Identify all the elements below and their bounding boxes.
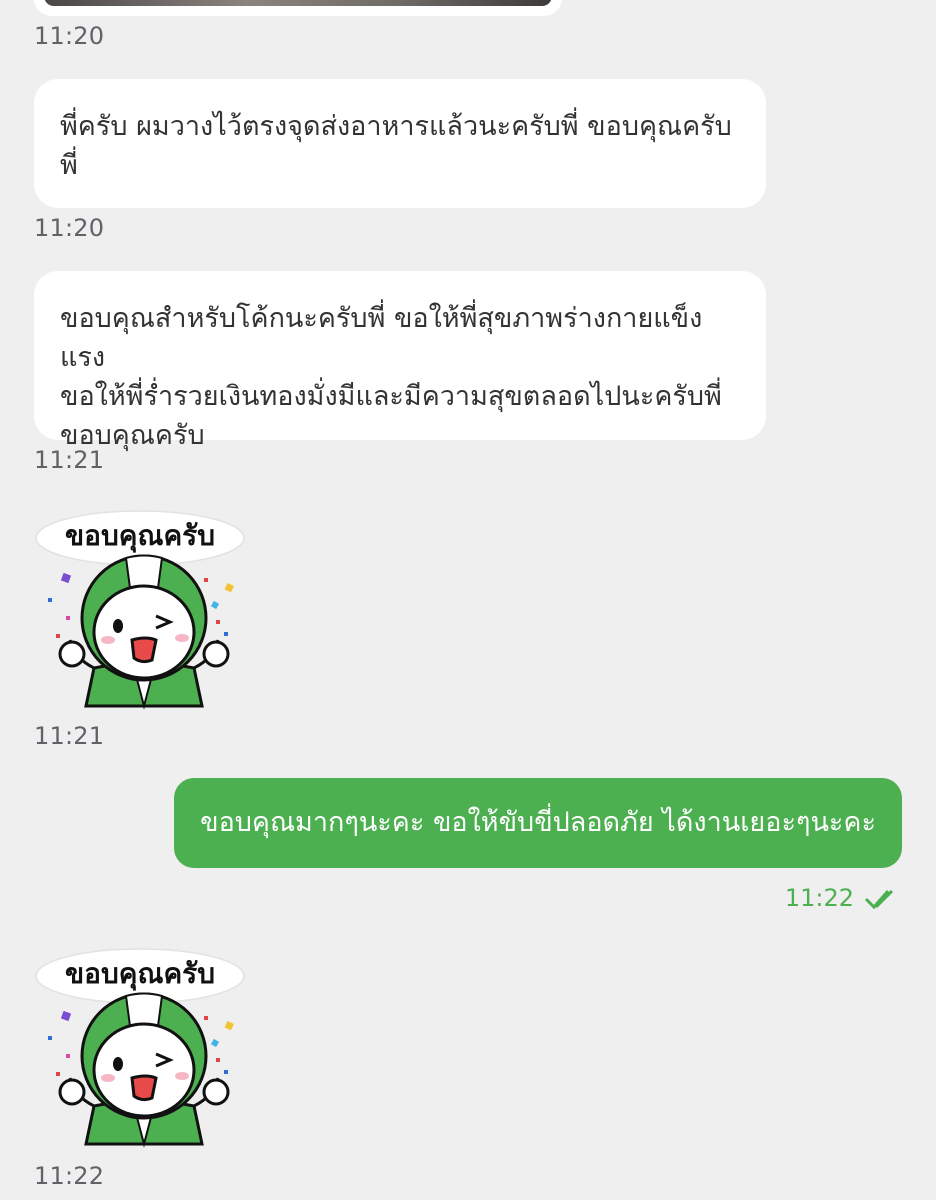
double-check-icon [864,889,894,910]
message-time: 11:21 [34,446,105,474]
sticker-text: ขอบคุณครับ [65,519,215,552]
message-time: 11:22 [34,1162,105,1190]
thank-you-sticker-icon[interactable]: ขอบคุณครับ [34,946,254,1156]
message-time: 11:21 [34,722,105,750]
photo-thumbnail[interactable] [44,0,552,6]
incoming-message[interactable]: ขอบคุณสำหรับโค้กนะครับพี่ ขอให้พี่สุขภาพ… [34,271,766,451]
chat-view: 11:20 พี่ครับ ผมวางไว้ตรงจุดส่งอาหารแล้ว… [0,0,936,1200]
outgoing-message[interactable]: ขอบคุณมากๆนะคะ ขอให้ขับขี่ปลอดภัย ได้งาน… [174,778,902,868]
thank-you-sticker-icon[interactable]: ขอบคุณครับ [34,508,254,718]
message-time: 11:20 [34,214,105,242]
message-time: 11:22 [784,884,854,912]
message-time: 11:20 [34,22,105,50]
image-message[interactable] [34,0,562,16]
sticker-text: ขอบคุณครับ [65,957,215,990]
incoming-message[interactable]: พี่ครับ ผมวางไว้ตรงจุดส่งอาหารแล้วนะครับ… [34,79,766,208]
